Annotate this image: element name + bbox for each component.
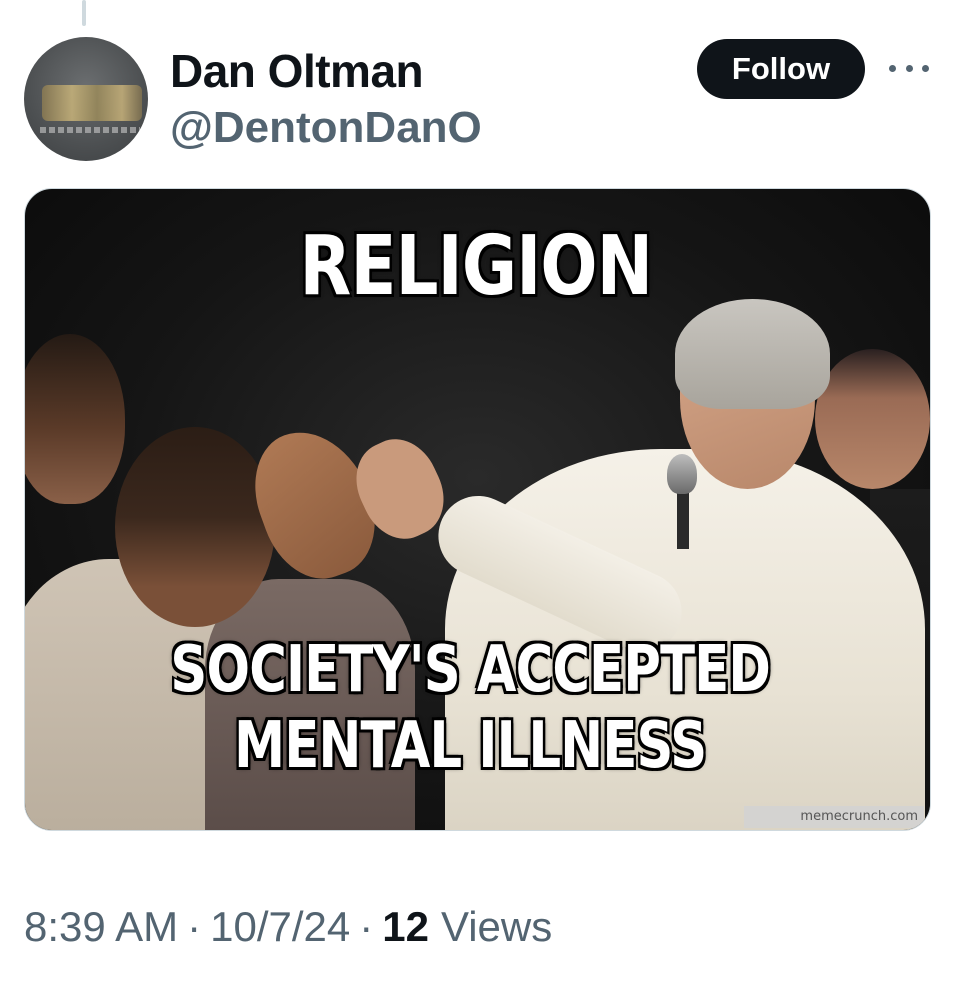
meme-top-caption: RELIGION [299,219,653,314]
person-middle-head [115,427,275,627]
follow-button[interactable]: Follow [697,39,865,99]
avatar-shirt-print [42,85,142,121]
tweet-detail: Dan Oltman @DentonDanO Follow RELIGION S… [0,0,954,1000]
tweet-media-image[interactable]: RELIGION SOCIETY'S ACCEPTED MENTAL ILLNE… [24,188,931,831]
avatar[interactable] [24,37,148,161]
author-handle[interactable]: @DentonDanO [170,103,482,153]
more-dot [889,64,896,72]
tweet-time[interactable]: 8:39 AM [24,903,178,951]
views-count[interactable]: 12 [382,903,429,951]
more-options-icon[interactable] [889,54,929,82]
meme-bottom-caption: SOCIETY'S ACCEPTED MENTAL ILLNESS [108,632,832,784]
more-dot [922,64,929,72]
preacher-hair [675,299,830,409]
tweet-metadata: 8:39 AM · 10/7/24 · 12 Views [24,903,552,951]
tweet-date[interactable]: 10/7/24 [210,903,350,951]
more-dot [905,64,913,72]
avatar-shirt-text [40,127,140,133]
person-left-head [25,334,125,504]
meta-separator: · [187,903,202,950]
microphone-handle [677,489,689,549]
person-back-head [815,349,930,489]
author-display-name[interactable]: Dan Oltman [170,44,424,98]
microphone-icon [667,454,697,494]
meta-separator: · [359,903,374,950]
meme-bottom-line-1: SOCIETY'S ACCEPTED [170,633,771,707]
thread-connector-line [82,0,86,26]
meme-bottom-line-2: MENTAL ILLNESS [234,709,707,783]
watermark: memecrunch.com [744,806,924,828]
views-label[interactable]: Views [441,903,552,951]
